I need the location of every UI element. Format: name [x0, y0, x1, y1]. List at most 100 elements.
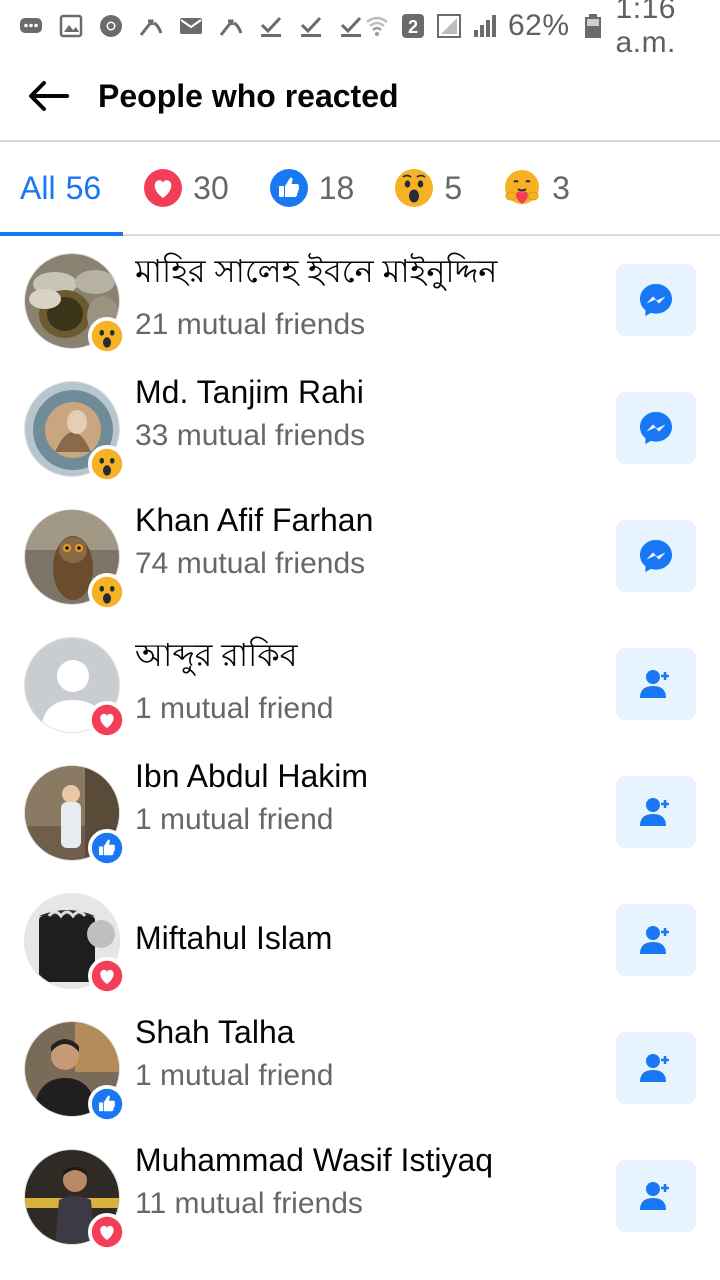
- care-reaction-icon: [505, 170, 540, 204]
- mutual-friends: 21 mutual friends: [135, 308, 366, 341]
- app-header: People who reacted: [0, 52, 720, 142]
- tab-love[interactable]: 30: [123, 142, 249, 234]
- svg-text:2: 2: [408, 17, 418, 37]
- wow-reaction-icon: [395, 169, 434, 207]
- tab-all[interactable]: All 56: [0, 142, 124, 236]
- tab-count: 3: [552, 169, 570, 206]
- add-friend-button[interactable]: [616, 776, 696, 848]
- list-item[interactable]: Muhammad Wasif Istiyaq 11 mutual friends: [0, 1132, 720, 1260]
- system-status: 2 62% 1:16 a.m.: [364, 0, 706, 60]
- person-name[interactable]: Muhammad Wasif Istiyaq: [135, 1142, 590, 1179]
- like-reaction-icon: [88, 1085, 126, 1123]
- wifi-icon: [364, 13, 390, 39]
- mutual-friends: 74 mutual friends: [135, 547, 366, 580]
- reaction-tabs: All 56 30 18 5 3: [0, 142, 720, 236]
- person-info: Miftahul Islam: [135, 920, 590, 957]
- signal-icon: [472, 13, 498, 39]
- person-info: Muhammad Wasif Istiyaq 11 mutual friends: [135, 1142, 590, 1221]
- download-done-icon-2: [298, 13, 324, 39]
- like-reaction-icon: [269, 169, 308, 207]
- avatar-wrap: [24, 637, 126, 739]
- list-item[interactable]: Ibn Abdul Hakim 1 mutual friend: [0, 748, 720, 876]
- tab-care[interactable]: 3: [482, 142, 590, 234]
- add-friend-icon: [640, 926, 669, 954]
- tab-count: 5: [444, 169, 463, 206]
- list-item[interactable]: Shah Talha 1 mutual friend: [0, 1004, 720, 1132]
- list-item[interactable]: Miftahul Islam: [0, 876, 720, 1004]
- download-done-icon: [258, 13, 284, 39]
- messenger-icon: [640, 412, 672, 444]
- missed-call-icon-2: [218, 13, 244, 39]
- people-list: মাহির সালেহ ইবনে মাইনুদ্দিন 21 mutual fr…: [0, 236, 720, 1260]
- battery-percent: 62%: [508, 9, 570, 42]
- avatar-wrap: [24, 253, 126, 355]
- person-info: Ibn Abdul Hakim 1 mutual friend: [135, 758, 590, 837]
- add-friend-icon: [640, 670, 669, 698]
- mail-icon: [178, 13, 204, 39]
- chrome-icon: [98, 13, 124, 39]
- avatar-wrap: [24, 1149, 126, 1251]
- tab-wow[interactable]: 5: [374, 142, 482, 234]
- list-item[interactable]: Khan Afif Farhan 74 mutual friends: [0, 492, 720, 620]
- person-info: Khan Afif Farhan 74 mutual friends: [135, 502, 590, 581]
- person-info: মাহির সালেহ ইবনে মাইনুদ্দিন 21 mutual fr…: [135, 246, 590, 342]
- like-reaction-icon: [88, 829, 126, 867]
- mutual-friends: 33 mutual friends: [135, 419, 366, 452]
- add-friend-button[interactable]: [616, 1032, 696, 1104]
- person-name[interactable]: Md. Tanjim Rahi: [135, 374, 590, 411]
- missed-call-icon: [138, 13, 164, 39]
- list-item[interactable]: আব্দুর রাকিব 1 mutual friend: [0, 620, 720, 748]
- love-reaction-icon: [144, 169, 183, 207]
- avatar-wrap: [24, 509, 126, 611]
- tab-count: 30: [193, 169, 229, 206]
- mutual-friends: 1 mutual friend: [135, 692, 334, 725]
- arrow-left-icon: [29, 81, 69, 111]
- mutual-friends: 1 mutual friend: [135, 803, 334, 836]
- messenger-icon: [640, 540, 672, 572]
- love-reaction-icon: [88, 957, 126, 995]
- message-button[interactable]: [616, 520, 696, 592]
- status-bar: 2 62% 1:16 a.m.: [0, 0, 720, 59]
- download-done-icon-3: [338, 13, 364, 39]
- person-name[interactable]: মাহির সালেহ ইবনে মাইনুদ্দিন: [135, 246, 590, 300]
- mutual-friends: 1 mutual friend: [135, 1059, 334, 1092]
- list-item[interactable]: মাহির সালেহ ইবনে মাইনুদ্দিন 21 mutual fr…: [0, 236, 720, 364]
- back-button[interactable]: [24, 72, 72, 120]
- avatar-wrap: [24, 893, 126, 995]
- tab-label: All: [20, 169, 56, 206]
- person-info: Md. Tanjim Rahi 33 mutual friends: [135, 374, 590, 453]
- add-friend-button[interactable]: [616, 648, 696, 720]
- person-info: আব্দুর রাকিব 1 mutual friend: [135, 630, 590, 726]
- add-friend-button[interactable]: [616, 1160, 696, 1232]
- person-name[interactable]: Khan Afif Farhan: [135, 502, 590, 539]
- wow-reaction-icon: [88, 445, 126, 483]
- avatar-wrap: [24, 765, 126, 867]
- avatar-wrap: [24, 381, 126, 483]
- add-friend-button[interactable]: [616, 904, 696, 976]
- add-friend-icon: [640, 1054, 669, 1082]
- chat-bubble-icon: [18, 13, 44, 39]
- person-name[interactable]: Ibn Abdul Hakim: [135, 758, 590, 795]
- wow-reaction-icon: [88, 317, 126, 355]
- list-item[interactable]: Md. Tanjim Rahi 33 mutual friends: [0, 364, 720, 492]
- battery-icon: [580, 13, 606, 39]
- signal-sim1-icon: [436, 13, 462, 39]
- tab-count: 18: [318, 169, 355, 206]
- messenger-icon: [640, 284, 672, 316]
- person-name[interactable]: Shah Talha: [135, 1014, 590, 1051]
- person-name[interactable]: আব্দুর রাকিব: [135, 630, 590, 684]
- person-name[interactable]: Miftahul Islam: [135, 920, 590, 957]
- message-button[interactable]: [616, 264, 696, 336]
- mutual-friends: 11 mutual friends: [135, 1187, 363, 1220]
- love-reaction-icon: [88, 701, 126, 739]
- image-icon: [58, 13, 84, 39]
- add-friend-icon: [640, 798, 669, 826]
- person-info: Shah Talha 1 mutual friend: [135, 1014, 590, 1093]
- tab-like[interactable]: 18: [249, 142, 375, 234]
- add-friend-icon: [640, 1182, 669, 1210]
- clock: 1:16 a.m.: [615, 0, 676, 59]
- message-button[interactable]: [616, 392, 696, 464]
- avatar-wrap: [24, 1021, 126, 1123]
- notification-icons: [18, 13, 364, 39]
- love-reaction-icon: [88, 1213, 126, 1251]
